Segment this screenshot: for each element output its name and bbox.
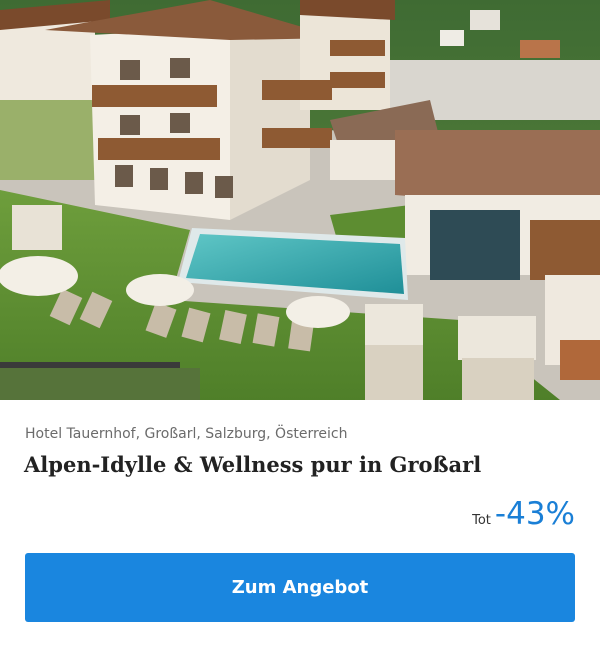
discount-badge: Tot -43% [472, 496, 575, 532]
zum-angebot-button[interactable]: Zum Angebot [25, 553, 575, 622]
offer-info: Hotel Tauernhof, Großarl, Salzburg, Öste… [0, 400, 600, 648]
hotel-photo-image [0, 0, 600, 400]
offer-card[interactable]: Hotel Tauernhof, Großarl, Salzburg, Öste… [0, 0, 600, 648]
discount-prefix: Tot [472, 513, 491, 528]
hotel-location: Hotel Tauernhof, Großarl, Salzburg, Öste… [25, 426, 348, 442]
offer-title[interactable]: Alpen-Idylle & Wellness pur in Großarl [24, 452, 481, 477]
discount-value: -43% [494, 496, 575, 532]
hotel-photo[interactable] [0, 0, 600, 400]
